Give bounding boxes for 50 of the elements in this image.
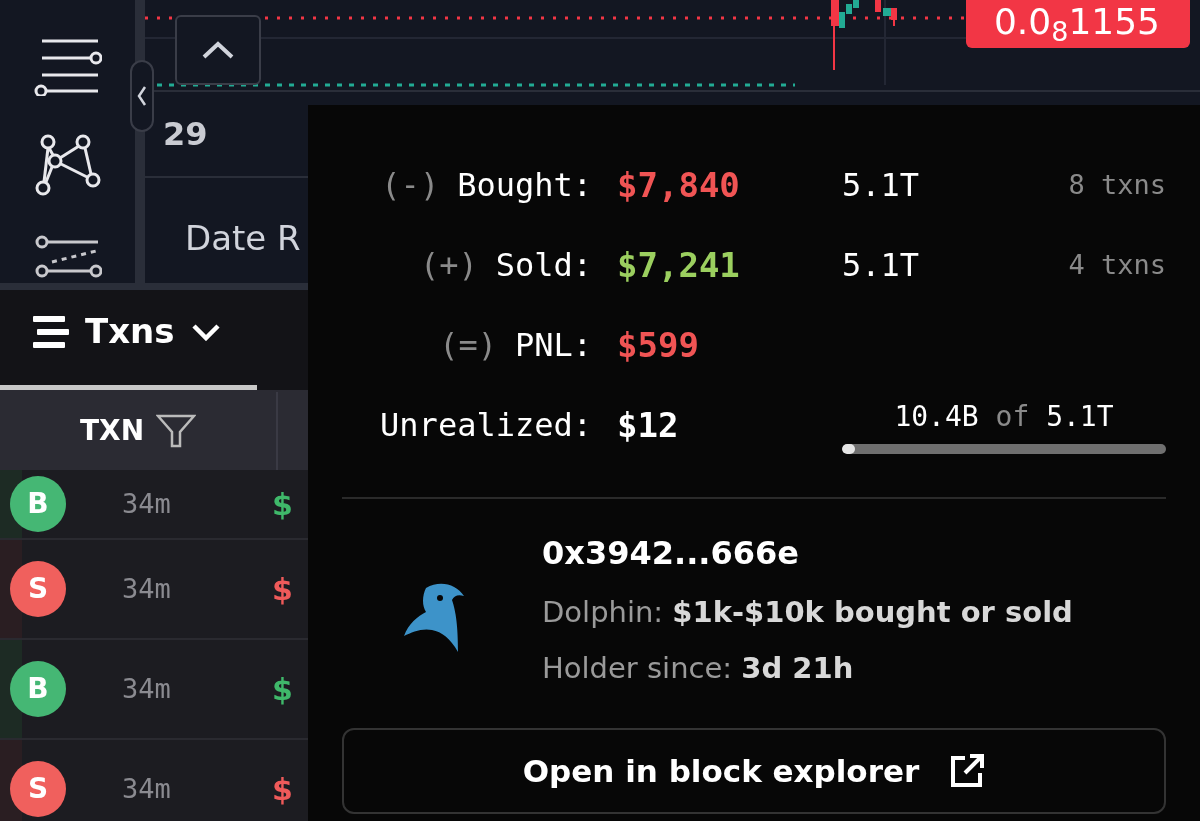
external-link-icon [949,753,986,789]
time-ago: 34m [122,771,172,806]
amount-cell-text: $ [272,485,293,524]
time-ago: 34m [122,671,172,706]
axis-value: 29 [163,114,208,155]
scroll-up-button[interactable] [175,15,261,85]
total-supply: 5.1T [1046,400,1114,433]
holder-since-label: Holder since: 3d 21h [542,649,855,687]
sign-label: (+) [419,245,478,286]
sign-label: (=) [439,325,497,366]
sliders-icon[interactable] [33,38,102,96]
stat-amount: $7,241 [617,243,741,287]
candle [875,0,881,12]
column-header: TXN [79,413,145,449]
stat-label: Sold: [495,245,592,286]
txn-count: 4 txns [1068,247,1166,282]
side-badge: B [10,476,66,532]
token-amount: 5.1T [842,245,920,286]
side-badge: S [10,561,66,617]
stat-amount: $7,840 [617,163,741,207]
collapse-handle[interactable] [130,60,154,132]
time-ago: 34m [122,486,172,521]
side-badge: B [10,661,66,717]
held-amount: 10.4B [894,400,979,433]
stat-amount: $599 [617,323,700,367]
menu-icon [33,315,69,348]
wallet-address: 0x3942...666e [542,533,800,574]
token-amount: 5.1T [842,165,920,206]
chevron-down-icon [190,322,221,341]
amount-cell-text: $ [272,670,293,709]
chevron-left-icon [137,85,147,107]
chevron-up-icon [201,40,235,60]
block-explorer-button[interactable]: Open in block explorer [342,728,1166,814]
stat-label: Unrealized: [380,405,592,446]
wallet-tier-label: Dolphin: $1k-$10k bought or sold [542,594,1073,631]
network-icon[interactable] [34,134,101,196]
stat-amount: $12 [617,403,679,447]
price-label: 0.0$_{8}$1155 [965,0,1190,48]
sign-label: (-) [381,165,440,206]
time-ago: 34m [122,571,172,606]
trend-lines-icon[interactable] [33,234,102,278]
amount-cell-text: $ [272,570,293,609]
filter-icon[interactable] [156,414,197,448]
stat-label: Bought: [457,165,592,206]
txn-count: 8 txns [1068,167,1166,202]
side-badge: S [10,761,66,817]
stat-label: PNL: [514,325,592,366]
of-label: of [995,400,1030,433]
date-range-label: Date R [185,218,301,258]
amount-cell-text: $ [272,770,293,809]
